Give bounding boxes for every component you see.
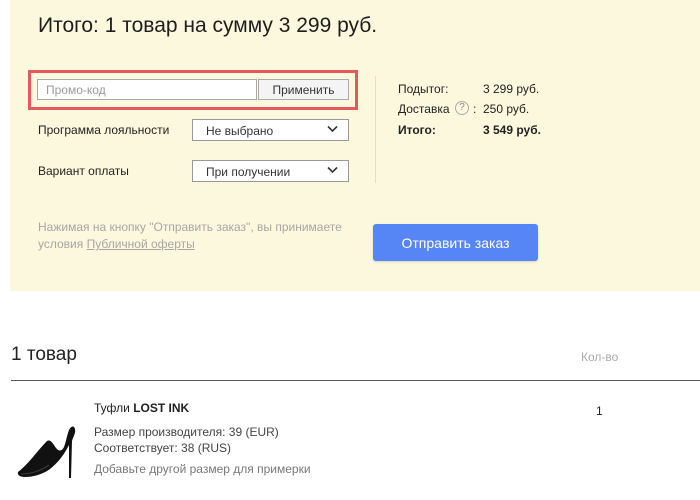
loyalty-label: Программа лояльности [38, 123, 170, 137]
delivery-label: Доставка [398, 102, 450, 116]
loyalty-select[interactable]: Не выбрано [192, 119, 349, 141]
product-name: Туфли LOST INK [94, 401, 189, 415]
apply-promo-button[interactable]: Применить [258, 79, 349, 100]
items-divider [11, 380, 700, 381]
offer-notice: Нажимая на кнопку "Отправить заказ", вы … [38, 219, 358, 253]
product-type: Туфли [94, 401, 130, 415]
product-brand: LOST INK [133, 401, 190, 415]
delivery-colon: : [473, 102, 477, 116]
manufacturer-size: Размер производителя: 39 (EUR) [94, 425, 279, 439]
delivery-value: 250 руб. [483, 102, 530, 116]
black-pump-shoe-icon [17, 426, 76, 478]
loyalty-selected-value: Не выбрано [206, 124, 274, 138]
public-offer-link[interactable]: Публичной оферты [87, 237, 195, 251]
subtotal-label: Подытог: [398, 82, 449, 96]
payment-selected-value: При получении [206, 165, 291, 179]
matching-size: Соответствует: 38 (RUS) [94, 441, 232, 455]
summary-divider [375, 76, 376, 183]
item-quantity: 1 [596, 404, 603, 418]
payment-select[interactable]: При получении [192, 160, 349, 182]
chevron-down-icon [327, 125, 338, 133]
add-another-size-link[interactable]: Добавьте другой размер для примерки [94, 462, 311, 476]
quantity-column-header: Кол-во [581, 350, 619, 364]
subtotal-value: 3 299 руб. [483, 82, 540, 96]
order-summary-title: Итого: 1 товар на сумму 3 299 руб. [38, 14, 378, 37]
items-count-title: 1 товар [11, 344, 77, 365]
promo-code-input[interactable] [37, 79, 257, 100]
help-icon[interactable]: ? [455, 101, 469, 115]
total-label: Итого: [398, 123, 436, 137]
payment-label: Вариант оплаты [38, 164, 129, 178]
chevron-down-icon [327, 166, 338, 174]
submit-order-button[interactable]: Отправить заказ [373, 224, 538, 261]
total-value: 3 549 руб. [483, 123, 541, 137]
